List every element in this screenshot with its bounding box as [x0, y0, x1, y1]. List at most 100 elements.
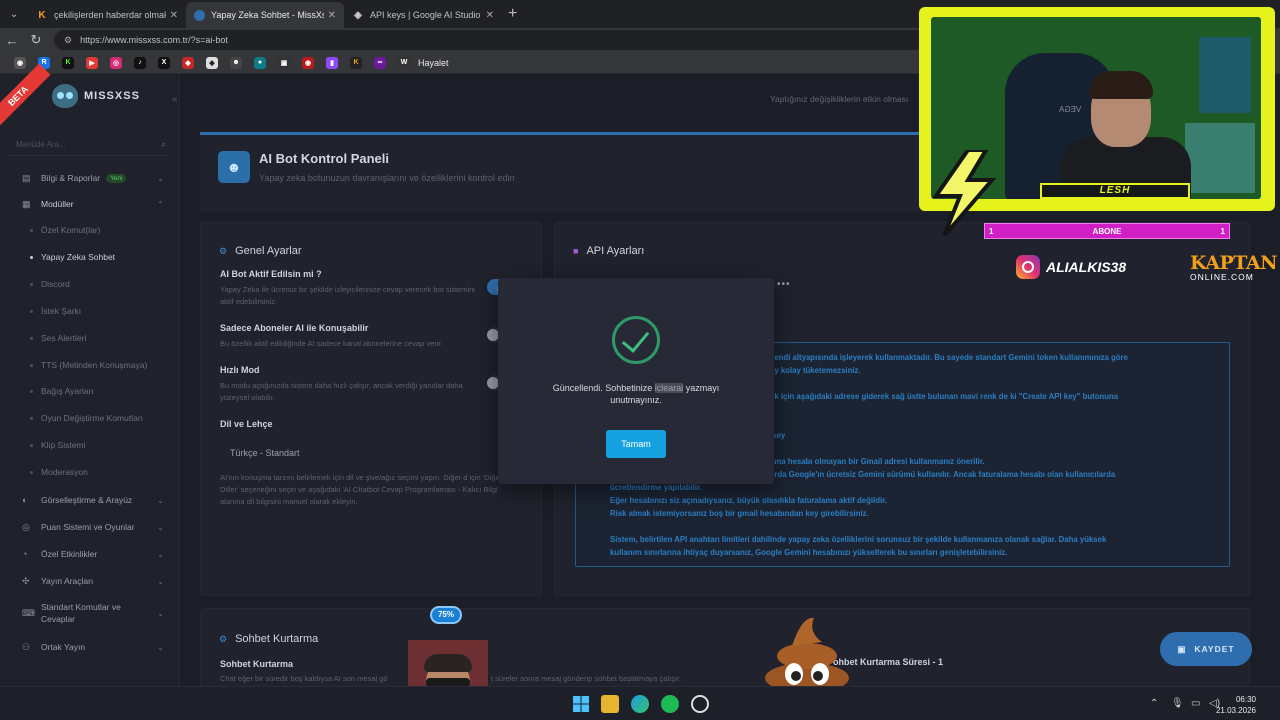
purple-bookmark-icon[interactable]: ∞ [374, 56, 386, 69]
module-custom-commands[interactable]: Özel Komut(lar) [30, 220, 101, 240]
instagram-handle: ALIALKIS38 [1016, 255, 1126, 279]
steam-icon[interactable] [691, 695, 709, 713]
red-bookmark-icon[interactable]: ◆ [182, 56, 194, 69]
module-discord[interactable]: Discord [30, 274, 70, 294]
info-line: Eğer hesabınızı siz açmadıysanız, büyük … [610, 496, 887, 505]
reload-icon[interactable]: ↻ [24, 32, 48, 48]
module-song-request[interactable]: İstek Şarkı [30, 301, 81, 321]
tab-1[interactable]: K çekilişlerden haberdar olmak için a ✕ [28, 2, 186, 28]
save-button[interactable]: ▣ KAYDET [1160, 632, 1252, 666]
logo[interactable]: MISSXSS [52, 84, 140, 108]
hayalet-bookmark-icon[interactable]: W [398, 56, 410, 69]
module-game-change[interactable]: Oyun Değiştirme Komutları [30, 408, 143, 428]
info-line: kullanım sınırlarına ihtiyaç duyarsanız,… [610, 548, 1008, 557]
poster-image [1185, 123, 1255, 193]
sidebar-item-visualization[interactable]: ◐ Görselleştirme & Arayüz ⌄ [0, 488, 180, 512]
tray-chevron-icon[interactable]: ⌃ [1150, 698, 1158, 709]
module-sound-alerts[interactable]: Ses Alertleri [30, 328, 86, 348]
twitch-bookmark-icon[interactable]: ▮ [326, 56, 338, 69]
dark-bookmark-icon[interactable]: ▣ [278, 56, 290, 69]
module-moderation[interactable]: Moderasyon [30, 462, 88, 482]
module-clip[interactable]: Klip Sistemi [30, 435, 85, 455]
instagram-name: ALIALKIS38 [1046, 259, 1127, 275]
close-icon[interactable]: ✕ [328, 10, 336, 21]
sidebar-item-modules[interactable]: ▦ Modüller ⌃ [0, 192, 180, 216]
bot-bookmark-icon[interactable]: ☻ [230, 56, 242, 69]
youtube-bookmark-icon[interactable]: ▶ [86, 56, 98, 69]
sidebar-item-standard-commands[interactable]: ⌨ Standart Komutlar ve Cevaplar ⌄ [0, 598, 180, 628]
chevron-down-icon: ⌄ [157, 642, 164, 652]
menu-label: Özel Etkinlikler [41, 549, 98, 559]
chevron-down-icon: ⌄ [157, 608, 164, 618]
eye-icon: ◐ [22, 495, 28, 505]
sidebar-item-events[interactable]: ◔ Özel Etkinlikler ⌄ [0, 542, 180, 566]
chair-brand: VEGA [1059, 105, 1082, 114]
info-line: ama hesabı olmayan bir Gmail adresi kull… [770, 457, 985, 466]
spotify-icon[interactable] [661, 695, 679, 713]
field-label: Dil ve Lehçe [220, 419, 273, 429]
red2-bookmark-icon[interactable]: ◉ [302, 56, 314, 69]
menu-label: Standart Komutlar ve Cevaplar [41, 602, 121, 624]
chevron-down-icon: ⌄ [157, 495, 164, 505]
gamepad-icon: ◎ [22, 521, 30, 532]
search-icon: ⌕ [160, 139, 166, 149]
sidebar-search-input[interactable]: Menüde Ara... ⌕ [10, 134, 170, 156]
display-icon[interactable]: ▭ [1191, 698, 1200, 709]
language-select[interactable]: Türkçe - Standart [230, 448, 300, 458]
edge-icon[interactable] [631, 695, 649, 713]
close-icon[interactable]: ✕ [170, 10, 178, 21]
sidebar-item-co-stream[interactable]: ⚇ Ortak Yayın ⌄ [0, 635, 180, 659]
key-icon: ■ [573, 246, 579, 256]
close-icon[interactable]: ✕ [486, 10, 494, 21]
tab-search-button[interactable]: ⌄ [0, 0, 28, 28]
hair-shape [424, 654, 472, 672]
module-ai-chat[interactable]: Yapay Zeka Sohbet [30, 247, 115, 267]
mascot-icon [52, 84, 78, 108]
teal-bookmark-icon[interactable]: ● [254, 56, 266, 69]
kaptan-bookmark-icon[interactable]: K [350, 56, 362, 69]
clock[interactable]: 06:30 21.03.2026 [1216, 694, 1256, 716]
msg-before: Güncellendi. Sohbetinize [552, 383, 655, 393]
module-donation[interactable]: Bağış Ayarları [30, 381, 94, 401]
tab-title: Yapay Zeka Sohbet - MissXss AI Bot [211, 10, 324, 20]
kaptan-title: KAPTAN [1190, 252, 1277, 274]
info-line: Risk almak istemiyorsanız boş bir gmail … [610, 509, 869, 518]
gamepad-bookmark-icon[interactable]: ◉ [14, 56, 26, 69]
collapse-sidebar-icon[interactable]: « [172, 94, 178, 105]
module-tts[interactable]: TTS (Metinden Konuşmaya) [30, 355, 147, 375]
abone-count-left: 1 [989, 226, 994, 236]
sidebar-item-points[interactable]: ◎ Puan Sistemi ve Oyunlar ⌄ [0, 515, 180, 539]
field-label: Sohbet Kurtarma [220, 659, 294, 669]
tab-2[interactable]: Yapay Zeka Sohbet - MissXss AI Bot ✕ [186, 2, 344, 28]
back-icon[interactable]: ← [0, 33, 24, 48]
sidebar-item-reports[interactable]: ▤ Bilgi & Raporlar Yeni ⌄ [0, 166, 180, 190]
bookmark-hayalet[interactable]: Hayalet [418, 58, 449, 68]
sidebar-item-stream-tools[interactable]: ✣ Yayın Araçları ⌄ [0, 569, 180, 593]
site-info-icon[interactable]: ⚙ [64, 35, 72, 46]
kick-bookmark-icon[interactable]: K [62, 56, 74, 69]
address-bar[interactable]: ⚙ https://www.missxss.com.tr/?s=ai-bot [54, 30, 934, 50]
new-tab-icon[interactable]: + [508, 5, 517, 23]
start-windows-icon[interactable] [572, 695, 590, 713]
menu-label: Ortak Yayın [41, 642, 86, 652]
chevron-up-icon: ⌃ [157, 199, 164, 209]
instagram-icon [1016, 255, 1040, 279]
microphone-icon[interactable]: 🎙 [1171, 698, 1184, 709]
api-key-masked[interactable]: ••• [777, 279, 791, 290]
info-line: ay kolay tüketemezsiniz. [770, 366, 861, 375]
abone-label: ABONE [1092, 226, 1122, 236]
save-label: KAYDET [1194, 644, 1235, 654]
instagram-bookmark-icon[interactable]: ◎ [110, 56, 122, 69]
gear-icon: ⚙ [219, 245, 228, 256]
subscriber-bar: 1 ABONE 1 [984, 223, 1230, 239]
chevron-down-icon: ⌄ [157, 173, 164, 183]
tiktok-bookmark-icon[interactable]: ♪ [134, 56, 146, 69]
white-bookmark-icon[interactable]: ◆ [206, 56, 218, 69]
file-explorer-icon[interactable] [601, 695, 619, 713]
x-bookmark-icon[interactable]: X [158, 56, 170, 69]
field-desc: Bu modu açtığınızda sistem daha hızlı ça… [220, 381, 463, 402]
tab-3[interactable]: ◈ API keys | Google AI Studio ✕ [344, 2, 502, 28]
calendar-icon: ◔ [22, 549, 28, 559]
info-line: kendi altyapısında işleyerek kullanmakta… [770, 353, 1128, 362]
ok-button[interactable]: Tamam [606, 430, 666, 458]
